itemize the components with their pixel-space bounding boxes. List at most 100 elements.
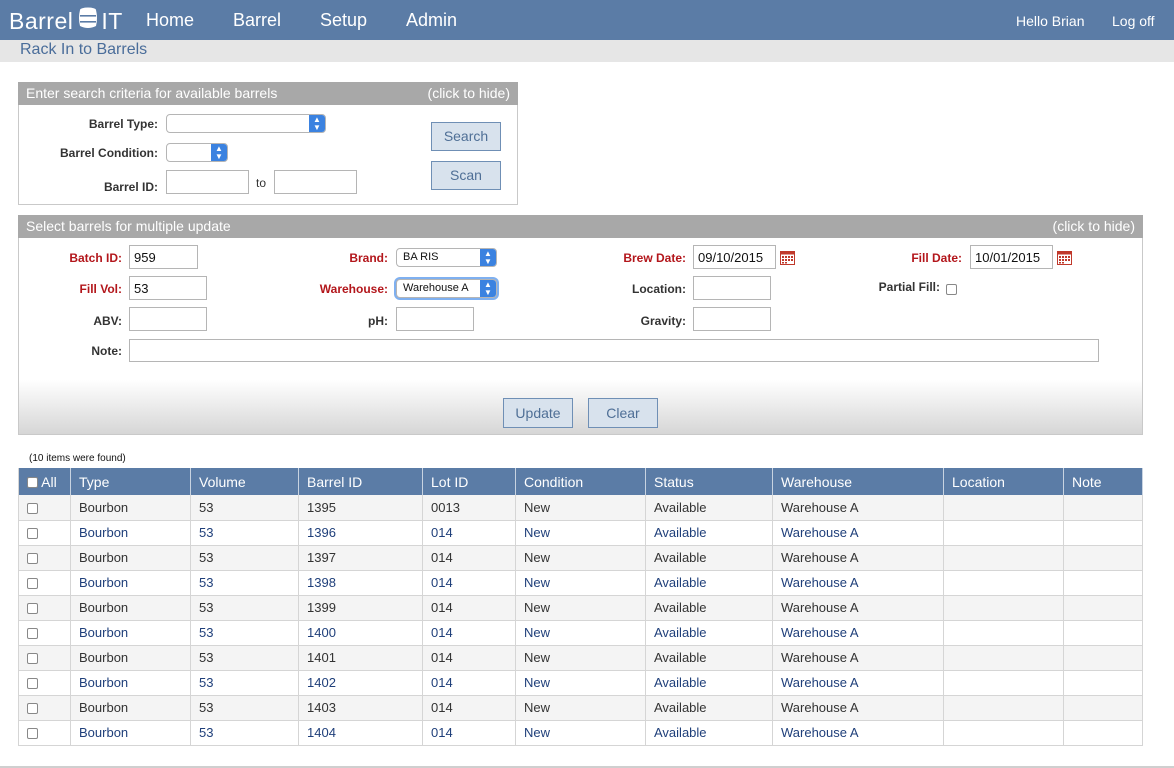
column-header-volume[interactable]: Volume (190, 468, 299, 495)
cell-volume: 53 (190, 595, 299, 621)
column-header-note[interactable]: Note (1063, 468, 1143, 495)
column-header-select-all[interactable]: All (18, 468, 71, 495)
gravity-input[interactable] (693, 307, 771, 331)
cell-note (1063, 645, 1143, 671)
fill-vol-input[interactable] (129, 276, 207, 300)
table-row[interactable]: Bourbon 53 1399 014 New Available Warehouse A (18, 595, 1143, 621)
batch-id-input[interactable] (129, 245, 198, 269)
cell-warehouse: Warehouse A (772, 495, 944, 521)
nav-setup[interactable]: Setup (320, 10, 367, 31)
table-row[interactable]: Bourbon 53 1397 014 New Available Warehouse A (18, 545, 1143, 571)
row-checkbox[interactable] (27, 653, 38, 665)
column-header-lot-id[interactable]: Lot ID (422, 468, 516, 495)
row-checkbox[interactable] (27, 603, 38, 615)
cell-volume: 53 (190, 520, 299, 546)
cell-location (943, 620, 1064, 646)
row-checkbox[interactable] (27, 628, 38, 640)
calendar-icon[interactable] (1057, 250, 1072, 265)
cell-warehouse: Warehouse A (772, 520, 944, 546)
cell-barrel-id: 1403 (298, 695, 423, 721)
cell-type: Bourbon (70, 695, 191, 721)
row-checkbox[interactable] (27, 553, 38, 565)
row-checkbox[interactable] (27, 502, 38, 514)
nav-barrel[interactable]: Barrel (233, 10, 281, 31)
cell-lot-id: 014 (422, 670, 516, 696)
note-input[interactable] (129, 339, 1099, 362)
scan-button[interactable]: Scan (431, 161, 501, 190)
search-button[interactable]: Search (431, 122, 501, 151)
row-select-cell (18, 645, 71, 671)
update-panel-title: Select barrels for multiple update (26, 218, 231, 234)
column-header-status[interactable]: Status (645, 468, 773, 495)
fill-date-input[interactable] (970, 245, 1053, 269)
table-row[interactable]: Bourbon 53 1398 014 New Available Warehouse A (18, 570, 1143, 596)
ph-input[interactable] (396, 307, 474, 331)
cell-barrel-id: 1396 (298, 520, 423, 546)
cell-note (1063, 670, 1143, 696)
search-panel-header[interactable]: Enter search criteria for available barr… (18, 82, 518, 105)
barrel-condition-select[interactable]: ▲ ▼ (166, 143, 228, 162)
cell-status: Available (645, 595, 773, 621)
search-panel-hide-toggle[interactable]: (click to hide) (428, 82, 510, 105)
cell-note (1063, 545, 1143, 571)
cell-volume: 53 (190, 620, 299, 646)
row-select-cell (18, 670, 71, 696)
barrel-id-from-input[interactable] (166, 170, 249, 194)
partial-fill-checkbox[interactable] (946, 284, 957, 295)
column-header-type[interactable]: Type (70, 468, 191, 495)
row-checkbox[interactable] (27, 728, 38, 740)
app-logo[interactable]: Barrel IT (9, 7, 123, 35)
cell-volume: 53 (190, 545, 299, 571)
logoff-link[interactable]: Log off (1112, 13, 1155, 29)
row-checkbox[interactable] (27, 678, 38, 690)
update-panel-header[interactable]: Select barrels for multiple update (clic… (18, 215, 1143, 238)
fill-date-label: Fill Date: (911, 251, 962, 265)
cell-barrel-id: 1400 (298, 620, 423, 646)
barrel-id-to-input[interactable] (274, 170, 357, 194)
table-row[interactable]: Bourbon 53 1395 0013 New Available Warehouse A (18, 495, 1143, 521)
table-row[interactable]: Bourbon 53 1403 014 New Available Warehouse A (18, 695, 1143, 721)
calendar-icon[interactable] (780, 250, 795, 265)
column-header-barrel-id[interactable]: Barrel ID (298, 468, 423, 495)
clear-button[interactable]: Clear (588, 398, 658, 428)
cell-condition: New (515, 570, 646, 596)
update-button[interactable]: Update (503, 398, 573, 428)
nav-home[interactable]: Home (146, 10, 194, 31)
column-header-location[interactable]: Location (943, 468, 1064, 495)
brew-date-input[interactable] (693, 245, 776, 269)
brand-select[interactable]: BA RIS ▲ ▼ (396, 248, 497, 267)
table-row[interactable]: Bourbon 53 1402 014 New Available Warehouse A (18, 670, 1143, 696)
cell-lot-id: 014 (422, 545, 516, 571)
cell-condition: New (515, 720, 646, 746)
warehouse-select[interactable]: Warehouse A ▲ ▼ (396, 279, 497, 298)
gravity-label: Gravity: (640, 314, 686, 328)
cell-status: Available (645, 670, 773, 696)
cell-warehouse: Warehouse A (772, 695, 944, 721)
table-row[interactable]: Bourbon 53 1396 014 New Available Warehouse A (18, 520, 1143, 546)
column-header-warehouse[interactable]: Warehouse (772, 468, 944, 495)
page-title: Rack In to Barrels (20, 41, 148, 58)
to-label: to (256, 176, 267, 190)
row-checkbox[interactable] (27, 703, 38, 715)
select-all-checkbox[interactable] (27, 477, 38, 489)
cell-note (1063, 495, 1143, 521)
nav-admin[interactable]: Admin (406, 10, 457, 31)
abv-label: ABV: (93, 314, 122, 328)
table-row[interactable]: Bourbon 53 1401 014 New Available Warehouse A (18, 645, 1143, 671)
location-input[interactable] (693, 276, 771, 300)
brew-date-label: Brew Date: (623, 251, 686, 265)
cell-warehouse: Warehouse A (772, 595, 944, 621)
logo-text-left: Barrel (9, 7, 74, 34)
row-checkbox[interactable] (27, 528, 38, 540)
row-checkbox[interactable] (27, 578, 38, 590)
table-row[interactable]: Bourbon 53 1404 014 New Available Warehouse A (18, 720, 1143, 746)
abv-input[interactable] (129, 307, 207, 331)
cell-lot-id: 014 (422, 570, 516, 596)
barrel-type-select[interactable]: ▲ ▼ (166, 114, 326, 133)
column-header-condition[interactable]: Condition (515, 468, 646, 495)
cell-condition: New (515, 595, 646, 621)
cell-lot-id: 014 (422, 595, 516, 621)
update-panel-hide-toggle[interactable]: (click to hide) (1053, 215, 1135, 238)
table-row[interactable]: Bourbon 53 1400 014 New Available Warehouse A (18, 620, 1143, 646)
results-table-body: Bourbon 53 1395 0013 New Available Warehouse A… (18, 495, 1143, 746)
